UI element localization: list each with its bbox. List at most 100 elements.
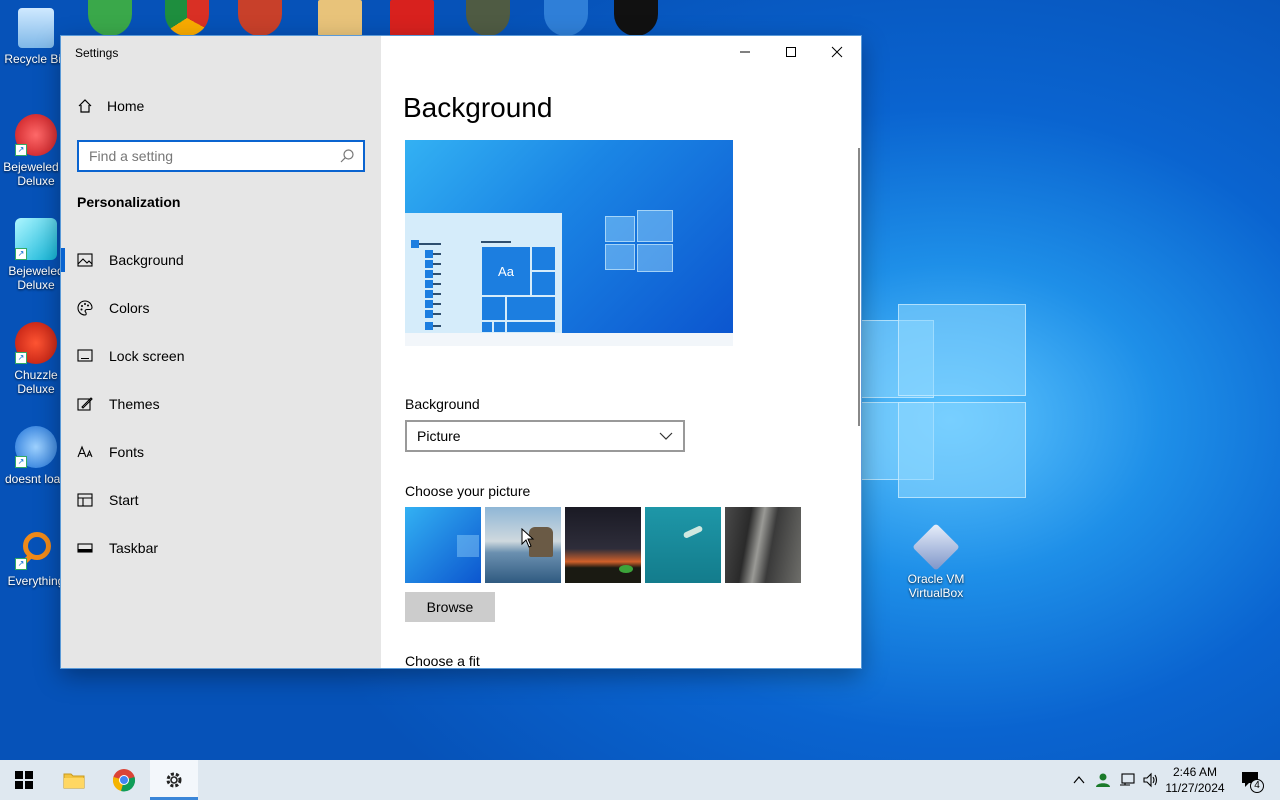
action-center-button[interactable]: 4 [1234, 760, 1268, 800]
home-icon [78, 99, 92, 113]
shortcut-arrow-icon: ↗ [15, 144, 27, 156]
search-icon [340, 149, 354, 163]
sidebar-item-taskbar[interactable]: Taskbar [61, 524, 381, 572]
shortcut-arrow-icon: ↗ [15, 456, 27, 468]
maximize-button[interactable] [768, 36, 814, 68]
desktop-icon-label: Oracle VM VirtualBox [907, 572, 965, 600]
notification-count-badge: 4 [1250, 779, 1264, 793]
network-button[interactable] [1116, 760, 1138, 800]
taskbar: 2:46 AM 11/27/2024 4 [0, 760, 1280, 800]
mouse-cursor-icon [521, 528, 535, 548]
taskbar-icon [77, 543, 93, 553]
shortcut-arrow-icon: ↗ [15, 352, 27, 364]
gear-icon [166, 772, 182, 788]
desktop-top-icon-flash[interactable] [390, 0, 434, 36]
palette-icon [77, 300, 93, 316]
mail-app-icon: ↗ [15, 426, 57, 468]
search-box[interactable] [77, 140, 365, 172]
chevron-up-icon [1073, 776, 1085, 784]
file-explorer-button[interactable] [50, 760, 98, 800]
picture-thumbnails [405, 507, 801, 583]
sidebar-item-background[interactable]: Background [61, 236, 381, 284]
background-dropdown-value: Picture [417, 428, 461, 444]
page-title: Background [403, 92, 553, 123]
bejeweled-gem-icon: ↗ [15, 218, 57, 260]
nav-home[interactable]: Home [77, 98, 144, 114]
search-input[interactable] [79, 142, 329, 170]
settings-sidebar: Settings Home Personalization Background… [61, 36, 381, 668]
sidebar-item-label: Fonts [109, 444, 145, 460]
bejeweled-2-icon: ↗ [15, 114, 57, 156]
preview-start-menu: Aa [405, 213, 562, 333]
close-button[interactable] [814, 36, 860, 68]
thumbnail-night-sky[interactable] [565, 507, 641, 583]
lock-screen-icon [77, 349, 93, 362]
start-icon [77, 493, 93, 507]
desktop-top-icon-yashma[interactable] [614, 0, 658, 36]
sidebar-item-start[interactable]: Start [61, 476, 381, 524]
settings-taskbar-button[interactable] [150, 760, 198, 800]
section-title: Personalization [77, 194, 181, 210]
sidebar-item-colors[interactable]: Colors [61, 284, 381, 332]
picture-icon [77, 253, 93, 267]
sidebar-item-label: Taskbar [109, 540, 159, 556]
chrome-button[interactable] [100, 760, 148, 800]
minimize-button[interactable] [722, 36, 768, 68]
shortcut-arrow-icon: ↗ [15, 248, 27, 260]
background-dropdown[interactable]: Picture [405, 420, 685, 452]
network-icon [1120, 773, 1135, 786]
content-scrollbar[interactable] [858, 148, 860, 426]
folder-icon [63, 773, 85, 789]
sidebar-item-themes[interactable]: Themes [61, 380, 381, 428]
tray-people-button[interactable] [1092, 760, 1114, 800]
background-label: Background [405, 396, 480, 412]
desktop-windows-logo [860, 300, 1030, 500]
settings-content: Background Aa Background Picture Choose … [381, 36, 861, 668]
speaker-icon [1143, 772, 1158, 788]
desktop-top-icon-game[interactable] [466, 0, 510, 36]
desktop-top-icon-app[interactable] [238, 0, 282, 36]
chuzzle-icon: ↗ [15, 322, 57, 364]
taskbar-clock[interactable]: 2:46 AM 11/27/2024 [1160, 764, 1230, 796]
preview-windows-logo [605, 210, 675, 272]
desktop-top-icon-people[interactable] [88, 0, 132, 36]
themes-icon [77, 397, 93, 411]
sidebar-item-label: Colors [109, 300, 150, 316]
thumbnail-underwater[interactable] [645, 507, 721, 583]
show-hidden-icons-button[interactable] [1068, 760, 1090, 800]
virtualbox-cube-icon [912, 523, 960, 571]
chrome-icon [112, 769, 136, 792]
choose-fit-label: Choose a fit [405, 653, 480, 668]
clock-date: 11/27/2024 [1165, 781, 1225, 795]
desktop-top-icon-chrome[interactable] [165, 0, 209, 36]
volume-button[interactable] [1140, 760, 1162, 800]
maximize-icon [786, 47, 796, 57]
shortcut-arrow-icon: ↗ [15, 558, 27, 570]
recycle-bin-icon [18, 8, 54, 48]
sidebar-item-fonts[interactable]: Fonts [61, 428, 381, 476]
desktop-top-icon-mail[interactable] [544, 0, 588, 36]
thumbnail-cliff[interactable] [725, 507, 801, 583]
background-preview: Aa [405, 140, 733, 346]
thumbnail-windows-blue[interactable] [405, 507, 481, 583]
sidebar-item-label: Start [109, 492, 139, 508]
sidebar-item-label: Lock screen [109, 348, 185, 364]
person-icon [1096, 773, 1110, 787]
sidebar-item-lock-screen[interactable]: Lock screen [61, 332, 381, 380]
settings-window: Settings Home Personalization Background… [61, 36, 861, 668]
fonts-icon [77, 445, 93, 458]
close-icon [831, 46, 843, 58]
nav-home-label: Home [107, 98, 145, 114]
desktop-icon-virtualbox[interactable]: Oracle VM VirtualBox [900, 523, 972, 600]
preview-tile: Aa [481, 246, 531, 296]
sidebar-item-label: Background [109, 252, 184, 268]
windows-start-icon [15, 771, 33, 789]
magnifier-icon: ↗ [15, 528, 57, 570]
sidebar-item-label: Themes [109, 396, 160, 412]
browse-button[interactable]: Browse [405, 592, 495, 622]
window-title: Settings [75, 46, 119, 60]
start-button[interactable] [0, 760, 48, 800]
choose-picture-label: Choose your picture [405, 483, 531, 499]
desktop-top-icon-archive[interactable] [318, 0, 362, 36]
nav-list: Background Colors Lock screen Themes Fon… [61, 236, 381, 572]
